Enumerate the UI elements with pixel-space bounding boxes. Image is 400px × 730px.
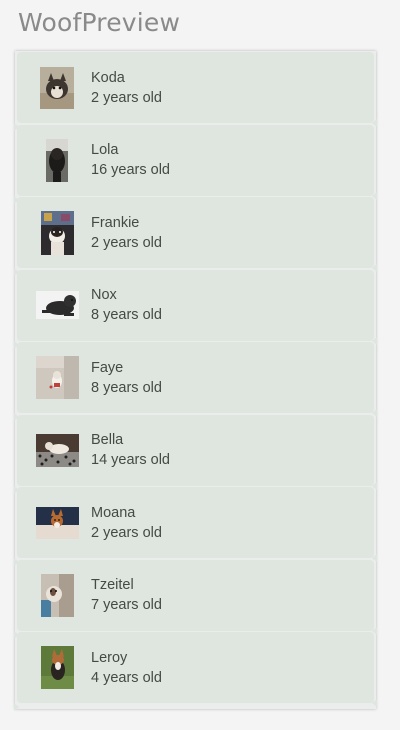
dog-card-lola[interactable]: Lola 16 years old	[14, 124, 377, 204]
dog-age: 16 years old	[91, 162, 170, 178]
preview-title: WoofPreview	[18, 8, 181, 37]
dog-name: Leroy	[91, 649, 128, 666]
dog-card-koda[interactable]: Koda 2 years old	[14, 52, 377, 131]
dog-card-frankie[interactable]: Frankie 2 years old	[14, 197, 377, 276]
dog-card-moana[interactable]: Moana 2 years old	[14, 487, 377, 566]
dog-name: Tzeitel	[91, 577, 134, 593]
dog-name: Moana	[91, 504, 136, 521]
dog-card-bella[interactable]: Bella 14 years old	[14, 414, 377, 494]
dog-name: Nox	[91, 287, 117, 303]
dog-age: 2 years old	[91, 524, 162, 541]
dog-photo-bella	[25, 418, 89, 482]
dog-age: 8 years old	[91, 379, 162, 396]
dog-photo-tzeitel	[25, 563, 89, 627]
dog-photo-koda	[25, 56, 89, 120]
preview-frame: Koda 2 years old Lola 16 years old Frank…	[14, 51, 377, 711]
dog-card-nox[interactable]: Nox 8 years old	[14, 269, 377, 349]
dog-age: 8 years old	[91, 307, 162, 323]
dog-card-tzeitel[interactable]: Tzeitel 7 years old	[14, 559, 377, 639]
dog-name: Lola	[91, 142, 119, 158]
dog-name: Bella	[91, 432, 124, 448]
dog-age: 2 years old	[91, 89, 162, 106]
dog-age: 14 years old	[91, 452, 170, 468]
dog-card-faye[interactable]: Faye 8 years old	[14, 342, 377, 421]
dog-name: Faye	[91, 359, 124, 376]
dog-photo-faye	[25, 346, 89, 410]
dog-photo-lola	[25, 128, 89, 192]
dog-age: 7 years old	[91, 597, 162, 613]
dog-photo-nox	[25, 273, 89, 337]
dog-age: 2 years old	[91, 234, 162, 251]
dog-list[interactable]: Koda 2 years old Lola 16 years old Frank…	[14, 52, 377, 711]
dog-photo-moana	[25, 491, 89, 555]
dog-age: 4 years old	[91, 669, 162, 686]
dog-photo-frankie	[25, 201, 89, 265]
dog-name: Frankie	[91, 214, 140, 231]
dog-card-leroy[interactable]: Leroy 4 years old	[14, 632, 377, 711]
dog-photo-leroy	[25, 636, 89, 700]
dog-name: Koda	[91, 69, 125, 86]
